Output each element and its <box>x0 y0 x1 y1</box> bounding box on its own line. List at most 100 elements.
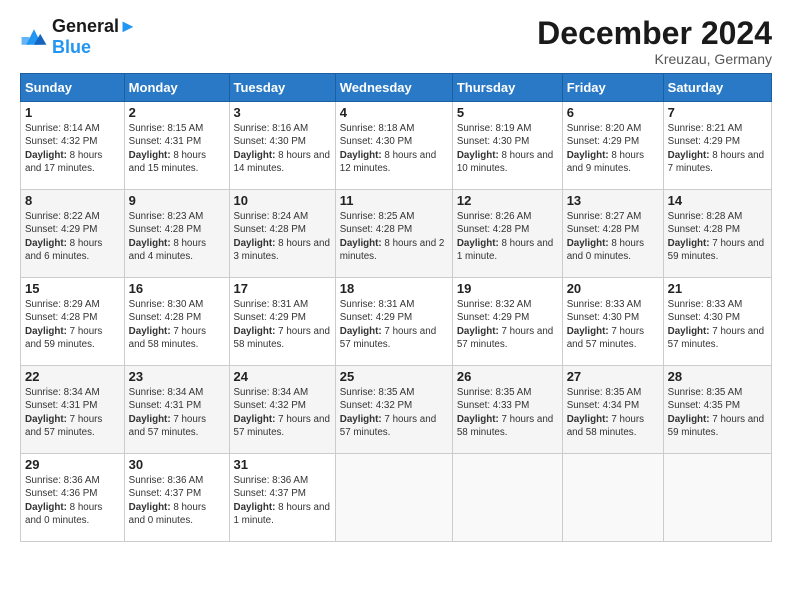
day-number: 1 <box>25 105 120 120</box>
header-day-thursday: Thursday <box>452 74 562 102</box>
day-number: 29 <box>25 457 120 472</box>
day-number: 27 <box>567 369 659 384</box>
calendar-cell <box>452 454 562 542</box>
day-info: Sunrise: 8:34 AMSunset: 4:31 PMDaylight:… <box>129 386 225 439</box>
day-number: 17 <box>234 281 331 296</box>
day-number: 8 <box>25 193 120 208</box>
header-day-sunday: Sunday <box>21 74 125 102</box>
calendar-week-4: 22 Sunrise: 8:34 AMSunset: 4:31 PMDayligh… <box>21 366 772 454</box>
month-title: December 2024 <box>537 16 772 51</box>
day-number: 3 <box>234 105 331 120</box>
day-info: Sunrise: 8:27 AMSunset: 4:28 PMDaylight:… <box>567 210 659 263</box>
calendar-cell: 14 Sunrise: 8:28 AMSunset: 4:28 PMDayligh… <box>663 190 771 278</box>
calendar-cell: 7 Sunrise: 8:21 AMSunset: 4:29 PMDaylight… <box>663 102 771 190</box>
day-number: 2 <box>129 105 225 120</box>
day-number: 21 <box>668 281 767 296</box>
header-day-monday: Monday <box>124 74 229 102</box>
header: General► Blue December 2024 Kreuzau, Ger… <box>20 16 772 67</box>
header-day-friday: Friday <box>562 74 663 102</box>
day-info: Sunrise: 8:31 AMSunset: 4:29 PMDaylight:… <box>234 298 331 351</box>
day-number: 13 <box>567 193 659 208</box>
day-number: 26 <box>457 369 558 384</box>
day-info: Sunrise: 8:24 AMSunset: 4:28 PMDaylight:… <box>234 210 331 263</box>
calendar-cell: 4 Sunrise: 8:18 AMSunset: 4:30 PMDaylight… <box>335 102 452 190</box>
day-info: Sunrise: 8:21 AMSunset: 4:29 PMDaylight:… <box>668 122 767 175</box>
calendar-cell: 12 Sunrise: 8:26 AMSunset: 4:28 PMDayligh… <box>452 190 562 278</box>
calendar-cell <box>335 454 452 542</box>
calendar-cell: 18Sunrise: 8:31 AMSunset: 4:29 PMDayligh… <box>335 278 452 366</box>
calendar-cell: 8 Sunrise: 8:22 AMSunset: 4:29 PMDaylight… <box>21 190 125 278</box>
day-number: 4 <box>340 105 448 120</box>
calendar-cell: 2Sunrise: 8:15 AMSunset: 4:31 PMDaylight… <box>124 102 229 190</box>
calendar-container: General► Blue December 2024 Kreuzau, Ger… <box>0 0 792 552</box>
day-info: Sunrise: 8:31 AMSunset: 4:29 PMDaylight:… <box>340 298 448 351</box>
calendar-cell: 17 Sunrise: 8:31 AMSunset: 4:29 PMDayligh… <box>229 278 335 366</box>
day-info: Sunrise: 8:30 AMSunset: 4:28 PMDaylight:… <box>129 298 225 351</box>
calendar-cell: 21 Sunrise: 8:33 AMSunset: 4:30 PMDayligh… <box>663 278 771 366</box>
calendar-cell: 5 Sunrise: 8:19 AMSunset: 4:30 PMDaylight… <box>452 102 562 190</box>
calendar-cell: 6 Sunrise: 8:20 AMSunset: 4:29 PMDaylight… <box>562 102 663 190</box>
day-number: 16 <box>129 281 225 296</box>
day-info: Sunrise: 8:22 AMSunset: 4:29 PMDaylight:… <box>25 210 120 263</box>
day-number: 25 <box>340 369 448 384</box>
calendar-cell: 27 Sunrise: 8:35 AMSunset: 4:34 PMDayligh… <box>562 366 663 454</box>
calendar-cell: 1 Sunrise: 8:14 AMSunset: 4:32 PMDaylight… <box>21 102 125 190</box>
calendar-cell: 20 Sunrise: 8:33 AMSunset: 4:30 PMDayligh… <box>562 278 663 366</box>
day-number: 5 <box>457 105 558 120</box>
day-info: Sunrise: 8:18 AMSunset: 4:30 PMDaylight:… <box>340 122 448 175</box>
calendar-cell: 19Sunrise: 8:32 AMSunset: 4:29 PMDayligh… <box>452 278 562 366</box>
calendar-week-5: 29Sunrise: 8:36 AMSunset: 4:36 PMDayligh… <box>21 454 772 542</box>
day-number: 20 <box>567 281 659 296</box>
calendar-cell: 10Sunrise: 8:24 AMSunset: 4:28 PMDayligh… <box>229 190 335 278</box>
day-info: Sunrise: 8:33 AMSunset: 4:30 PMDaylight:… <box>668 298 767 351</box>
calendar-body: 1 Sunrise: 8:14 AMSunset: 4:32 PMDaylight… <box>21 102 772 542</box>
day-info: Sunrise: 8:14 AMSunset: 4:32 PMDaylight:… <box>25 122 120 175</box>
day-info: Sunrise: 8:19 AMSunset: 4:30 PMDaylight:… <box>457 122 558 175</box>
day-info: Sunrise: 8:34 AMSunset: 4:32 PMDaylight:… <box>234 386 331 439</box>
calendar-cell: 24 Sunrise: 8:34 AMSunset: 4:32 PMDayligh… <box>229 366 335 454</box>
day-number: 28 <box>668 369 767 384</box>
day-number: 9 <box>129 193 225 208</box>
day-info: Sunrise: 8:25 AMSunset: 4:28 PMDaylight:… <box>340 210 448 263</box>
calendar-cell: 28 Sunrise: 8:35 AMSunset: 4:35 PMDayligh… <box>663 366 771 454</box>
day-info: Sunrise: 8:35 AMSunset: 4:34 PMDaylight:… <box>567 386 659 439</box>
day-number: 6 <box>567 105 659 120</box>
day-info: Sunrise: 8:28 AMSunset: 4:28 PMDaylight:… <box>668 210 767 263</box>
day-number: 24 <box>234 369 331 384</box>
calendar-cell: 16 Sunrise: 8:30 AMSunset: 4:28 PMDayligh… <box>124 278 229 366</box>
calendar-cell: 15 Sunrise: 8:29 AMSunset: 4:28 PMDayligh… <box>21 278 125 366</box>
calendar-cell <box>663 454 771 542</box>
day-info: Sunrise: 8:35 AMSunset: 4:32 PMDaylight:… <box>340 386 448 439</box>
logo-text: General► Blue <box>52 16 137 57</box>
day-info: Sunrise: 8:35 AMSunset: 4:35 PMDaylight:… <box>668 386 767 439</box>
day-info: Sunrise: 8:29 AMSunset: 4:28 PMDaylight:… <box>25 298 120 351</box>
calendar-cell: 13 Sunrise: 8:27 AMSunset: 4:28 PMDayligh… <box>562 190 663 278</box>
day-info: Sunrise: 8:36 AMSunset: 4:37 PMDaylight:… <box>234 474 331 527</box>
day-info: Sunrise: 8:35 AMSunset: 4:33 PMDaylight:… <box>457 386 558 439</box>
calendar-week-2: 8 Sunrise: 8:22 AMSunset: 4:29 PMDaylight… <box>21 190 772 278</box>
calendar-cell: 30Sunrise: 8:36 AMSunset: 4:37 PMDayligh… <box>124 454 229 542</box>
day-info: Sunrise: 8:33 AMSunset: 4:30 PMDaylight:… <box>567 298 659 351</box>
day-number: 7 <box>668 105 767 120</box>
location-subtitle: Kreuzau, Germany <box>537 51 772 67</box>
day-number: 23 <box>129 369 225 384</box>
day-info: Sunrise: 8:26 AMSunset: 4:28 PMDaylight:… <box>457 210 558 263</box>
day-info: Sunrise: 8:23 AMSunset: 4:28 PMDaylight:… <box>129 210 225 263</box>
calendar-cell: 26 Sunrise: 8:35 AMSunset: 4:33 PMDayligh… <box>452 366 562 454</box>
calendar-cell: 25 Sunrise: 8:35 AMSunset: 4:32 PMDayligh… <box>335 366 452 454</box>
calendar-cell: 22Sunrise: 8:34 AMSunset: 4:31 PMDayligh… <box>21 366 125 454</box>
logo: General► Blue <box>20 16 137 57</box>
calendar-cell: 23 Sunrise: 8:34 AMSunset: 4:31 PMDayligh… <box>124 366 229 454</box>
day-number: 30 <box>129 457 225 472</box>
day-number: 15 <box>25 281 120 296</box>
day-number: 31 <box>234 457 331 472</box>
calendar-week-3: 15 Sunrise: 8:29 AMSunset: 4:28 PMDayligh… <box>21 278 772 366</box>
calendar-cell: 31 Sunrise: 8:36 AMSunset: 4:37 PMDayligh… <box>229 454 335 542</box>
day-info: Sunrise: 8:16 AMSunset: 4:30 PMDaylight:… <box>234 122 331 175</box>
title-area: December 2024 Kreuzau, Germany <box>537 16 772 67</box>
header-day-saturday: Saturday <box>663 74 771 102</box>
day-number: 12 <box>457 193 558 208</box>
day-number: 22 <box>25 369 120 384</box>
day-number: 14 <box>668 193 767 208</box>
day-info: Sunrise: 8:20 AMSunset: 4:29 PMDaylight:… <box>567 122 659 175</box>
